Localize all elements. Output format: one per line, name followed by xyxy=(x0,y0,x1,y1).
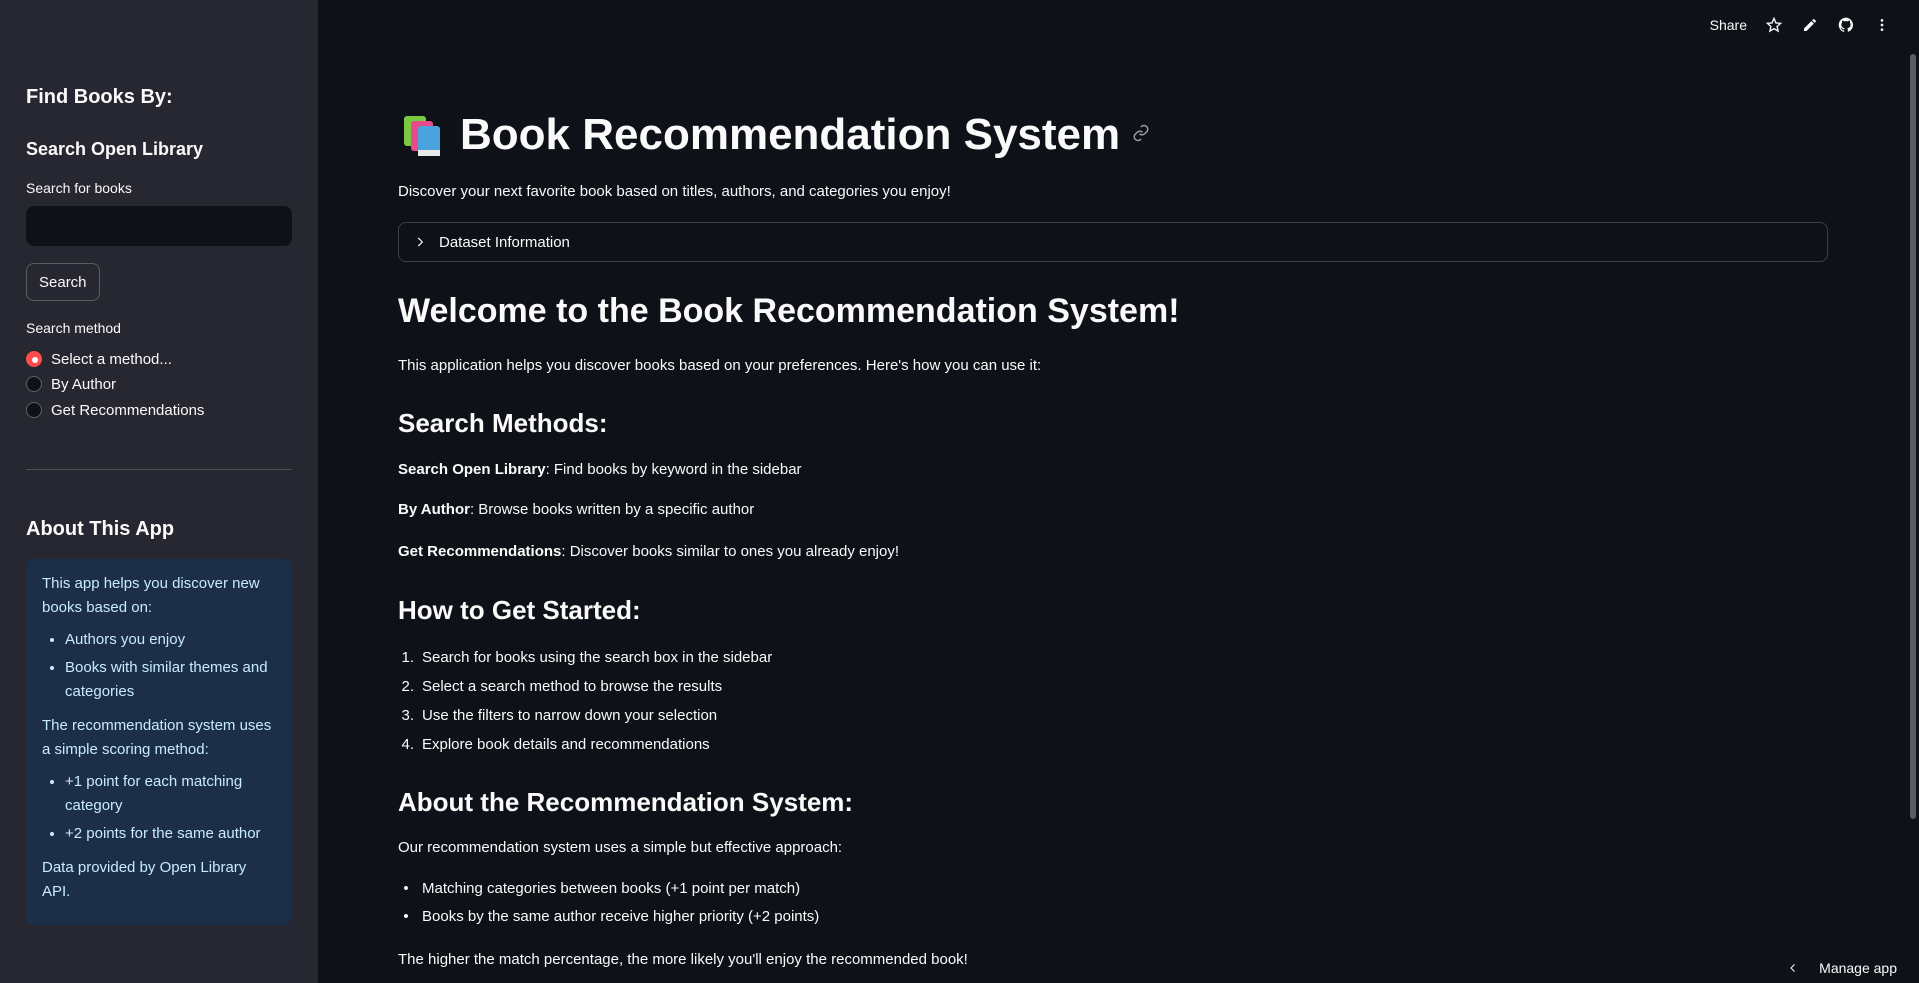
about-scoring: The recommendation system uses a simple … xyxy=(42,717,272,758)
manage-app-button[interactable]: Manage app xyxy=(1787,960,1897,976)
method-desc: : Find books by keyword in the sidebar xyxy=(545,461,802,478)
radio-label: Get Recommendations xyxy=(51,401,205,419)
about-footer: Data provided by Open Library API. xyxy=(42,859,247,900)
method-name: Get Recommendations xyxy=(398,543,562,560)
search-input[interactable] xyxy=(26,206,292,246)
dataset-info-expander[interactable]: Dataset Information xyxy=(398,222,1828,262)
about-heading: About This App xyxy=(26,518,175,540)
scrollbar[interactable] xyxy=(1910,54,1916,819)
step-text: Explore book details and recommendations xyxy=(422,736,710,753)
sidebar-heading: Find Books By: xyxy=(26,86,173,108)
step-text: Select a search method to browse the res… xyxy=(422,678,723,695)
radio-button-checked[interactable] xyxy=(26,351,42,367)
about-bullet: • Matching categories between books (+1 p… xyxy=(403,880,801,897)
radio-select-method[interactable]: Select a method... xyxy=(26,348,172,370)
list-item: +2 points for the same author xyxy=(65,822,276,846)
step-item: 2. Select a search method to browse the r… xyxy=(401,678,723,695)
step-item: 3. Use the filters to narrow down your se… xyxy=(401,707,718,724)
radio-get-recommendations[interactable]: Get Recommendations xyxy=(26,399,204,421)
method-name: Search Open Library xyxy=(398,461,546,478)
search-button[interactable]: Search xyxy=(26,263,100,301)
method-desc: : Browse books written by a specific aut… xyxy=(469,501,755,518)
bullet-text: Books by the same author receive higher … xyxy=(422,908,820,925)
step-text: Search for books using the search box in… xyxy=(422,649,773,666)
books-icon xyxy=(398,110,448,160)
list-item: Books with similar themes and categories xyxy=(65,656,276,704)
title-row: Book Recommendation System xyxy=(398,110,1150,160)
bullet-text: Matching categories between books (+1 po… xyxy=(422,880,801,897)
search-method-label: Search method xyxy=(26,320,121,336)
about-intro: This app helps you discover new books ba… xyxy=(42,575,260,616)
page-subtitle: Discover your next favorite book based o… xyxy=(398,183,951,200)
sidebar: Find Books By: Search Open Library Searc… xyxy=(0,0,318,983)
about-list-2: +1 point for each matching category +2 p… xyxy=(65,770,276,846)
welcome-heading: Welcome to the Book Recommendation Syste… xyxy=(398,292,1180,330)
step-item: 4. Explore book details and recommendatio… xyxy=(401,736,710,753)
radio-button[interactable] xyxy=(26,376,42,392)
list-item: Authors you enjoy xyxy=(65,628,276,652)
share-button[interactable]: Share xyxy=(1710,17,1747,33)
about-bullet: • Books by the same author receive higher… xyxy=(403,908,820,925)
radio-label: By Author xyxy=(51,375,117,393)
step-text: Use the filters to narrow down your sele… xyxy=(422,707,718,724)
method-item: By Author: Browse books written by a spe… xyxy=(398,501,754,518)
welcome-text: This application helps you discover book… xyxy=(398,357,1042,374)
link-icon[interactable] xyxy=(1132,124,1150,147)
search-heading: Search Open Library xyxy=(26,139,204,159)
manage-app-label: Manage app xyxy=(1819,960,1897,976)
chevron-right-icon xyxy=(417,237,424,247)
method-desc: : Discover books similar to ones you alr… xyxy=(561,543,900,560)
chevron-left-icon xyxy=(1790,964,1796,972)
about-info-box: This app helps you discover new books ba… xyxy=(26,559,292,925)
radio-label: Select a method... xyxy=(51,350,172,368)
method-item: Get Recommendations: Discover books simi… xyxy=(398,543,899,560)
step-item: 1. Search for books using the search box … xyxy=(401,649,773,666)
radio-by-author[interactable]: By Author xyxy=(26,373,116,395)
search-methods-heading: Search Methods: xyxy=(398,408,608,438)
header-toolbar: Share xyxy=(1710,14,1891,36)
github-icon[interactable] xyxy=(1837,16,1855,34)
radio-button[interactable] xyxy=(26,402,42,418)
about-system-heading: About the Recommendation System: xyxy=(398,787,854,817)
about-system-text: Our recommendation system uses a simple … xyxy=(398,839,843,856)
page-title: Book Recommendation System xyxy=(460,110,1121,159)
get-started-heading: How to Get Started: xyxy=(398,595,641,625)
search-label: Search for books xyxy=(26,180,132,196)
method-item: Search Open Library: Find books by keywo… xyxy=(398,461,802,478)
closing-text: The higher the match percentage, the mor… xyxy=(398,951,968,968)
star-icon[interactable] xyxy=(1765,16,1783,34)
more-icon[interactable] xyxy=(1873,16,1891,34)
about-list-1: Authors you enjoy Books with similar the… xyxy=(65,628,276,704)
sidebar-divider xyxy=(26,469,292,470)
method-name: By Author xyxy=(398,501,470,518)
list-item: +1 point for each matching category xyxy=(65,770,276,818)
edit-icon[interactable] xyxy=(1801,16,1819,34)
expander-label: Dataset Information xyxy=(439,233,570,251)
